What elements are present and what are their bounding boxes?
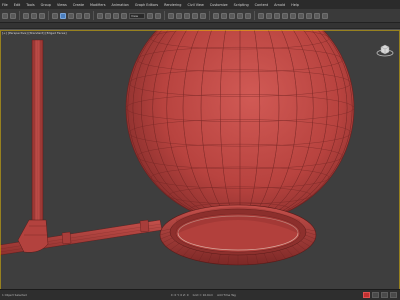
select-filter-icon[interactable] <box>52 12 58 19</box>
menu-item-file[interactable]: File <box>2 3 8 7</box>
set-key-button[interactable] <box>372 292 379 298</box>
viewcube-icon[interactable] <box>376 43 394 57</box>
grid-readout: Grid = 10.0cm <box>192 293 214 297</box>
menu-item-arnold[interactable]: Arnold <box>274 3 285 7</box>
coordinate-readout[interactable]: X: 0 Y: 0 Z: 0 <box>171 293 189 297</box>
elbow-joint[interactable] <box>17 219 49 253</box>
menu-item-tools[interactable]: Tools <box>26 3 34 7</box>
angle-snap-icon[interactable] <box>184 12 190 19</box>
toggle-ribbon-icon[interactable] <box>245 12 251 19</box>
select-object-icon[interactable] <box>60 12 66 19</box>
toolbar-separator <box>254 11 255 20</box>
toolbar-separator <box>19 11 20 20</box>
keyboard-shortcut-icon[interactable] <box>168 12 174 19</box>
main-toolbar: View <box>0 9 400 23</box>
menu-item-help[interactable]: Help <box>291 3 299 7</box>
select-by-name-icon[interactable] <box>68 12 74 19</box>
zoom-extents-button[interactable] <box>390 292 397 298</box>
align-icon[interactable] <box>229 12 235 19</box>
undo-icon[interactable] <box>2 12 8 19</box>
viewport-label[interactable]: [+] [Perspective] [Standard] [Edged Face… <box>2 31 67 35</box>
menu-item-civil-view[interactable]: Civil View <box>187 3 203 7</box>
reference-coordinate-dropdown[interactable]: View <box>129 12 145 19</box>
sphere-object[interactable] <box>125 30 355 223</box>
render-setup-icon[interactable] <box>282 12 288 19</box>
menu-bar: File Edit Tools Group Views Create Modifiers An… <box>0 0 400 9</box>
menu-item-create[interactable]: Create <box>73 3 84 7</box>
redo-icon[interactable] <box>10 12 16 19</box>
menu-item-edit[interactable]: Edit <box>14 3 21 7</box>
layer-explorer-icon[interactable] <box>237 12 243 19</box>
spinner-snap-icon[interactable] <box>200 12 206 19</box>
unlink-icon[interactable] <box>31 12 37 19</box>
add-time-tag[interactable]: Add Time Tag <box>217 293 236 297</box>
snaps-toggle-icon[interactable] <box>176 12 182 19</box>
pivot-icon[interactable] <box>147 12 153 19</box>
toolbar-separator <box>164 11 165 20</box>
menu-item-group[interactable]: Group <box>41 3 51 7</box>
material-editor-icon[interactable] <box>274 12 280 19</box>
place-icon[interactable] <box>121 12 127 19</box>
link-icon[interactable] <box>23 12 29 19</box>
menu-item-content[interactable]: Content <box>255 3 269 7</box>
animation-controls <box>363 292 397 298</box>
rotate-icon[interactable] <box>105 12 111 19</box>
toolbar-separator <box>48 11 49 20</box>
move-icon[interactable] <box>97 12 103 19</box>
bind-icon[interactable] <box>39 12 45 19</box>
window-crossing-icon[interactable] <box>84 12 90 19</box>
named-selection-icon[interactable] <box>213 12 219 19</box>
perspective-viewport[interactable]: [+] [Perspective] [Standard] [Edged Face… <box>0 29 400 289</box>
auto-key-button[interactable] <box>363 292 370 298</box>
play-button[interactable] <box>381 292 388 298</box>
viewport-scene <box>0 30 355 266</box>
scale-icon[interactable] <box>113 12 119 19</box>
menu-item-views[interactable]: Views <box>57 3 67 7</box>
render-iterative-icon[interactable] <box>306 12 312 19</box>
schematic-view-icon[interactable] <box>266 12 272 19</box>
toolbar-separator <box>209 11 210 20</box>
a360-icon[interactable] <box>322 12 328 19</box>
curve-editor-icon[interactable] <box>258 12 264 19</box>
select-manipulate-icon[interactable] <box>155 12 161 19</box>
selection-status: 1 Object Selected <box>2 293 27 297</box>
mirror-icon[interactable] <box>221 12 227 19</box>
menu-item-graph-editors[interactable]: Graph Editors <box>135 3 158 7</box>
render-production-icon[interactable] <box>298 12 304 19</box>
menu-item-rendering[interactable]: Rendering <box>164 3 181 7</box>
menu-item-animation[interactable]: Animation <box>112 3 129 7</box>
menu-item-scripting[interactable]: Scripting <box>234 3 249 7</box>
percent-snap-icon[interactable] <box>192 12 198 19</box>
status-bar: 1 Object Selected X: 0 Y: 0 Z: 0 Grid = … <box>0 289 400 300</box>
menu-item-customize[interactable]: Customize <box>210 3 228 7</box>
ring-collar[interactable] <box>159 204 317 266</box>
rendered-frame-window-icon[interactable] <box>290 12 296 19</box>
vertical-pipe[interactable] <box>31 39 44 231</box>
render-cloud-icon[interactable] <box>314 12 320 19</box>
menu-item-modifiers[interactable]: Modifiers <box>90 3 105 7</box>
rectangle-selection-icon[interactable] <box>76 12 82 19</box>
toolbar-separator <box>93 11 94 20</box>
